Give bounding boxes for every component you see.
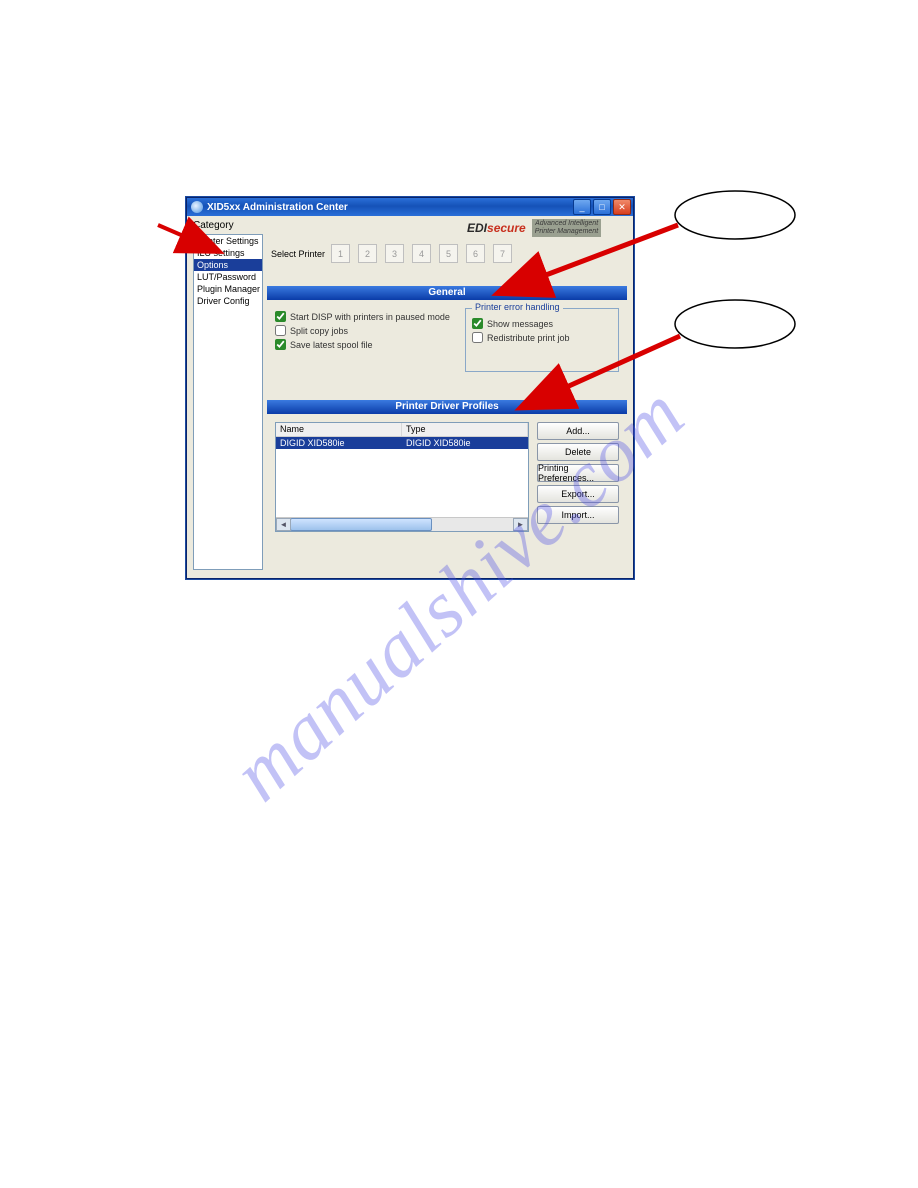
sidebar-item-lut-password[interactable]: LUT/Password (194, 271, 262, 283)
start-disp-checkbox[interactable] (275, 311, 286, 322)
profile-row-type: DIGID XID580ie (402, 437, 528, 449)
profiles-button-column: Add... Delete Printing Preferences... Ex… (537, 422, 619, 566)
brand-tag-line2: Printer Management (535, 228, 598, 236)
category-label: Category (193, 220, 234, 231)
col-type[interactable]: Type (402, 423, 528, 436)
profiles-list[interactable]: Name Type DIGID XID580ie DIGID XID580ie … (275, 422, 529, 532)
show-messages-row[interactable]: Show messages (472, 318, 612, 329)
profiles-header: Printer Driver Profiles (267, 400, 627, 414)
sidebar-item-plugin-manager[interactable]: Plugin Manager (194, 283, 262, 295)
redistribute-row[interactable]: Redistribute print job (472, 332, 612, 343)
horizontal-scrollbar[interactable]: ◄ ► (276, 517, 528, 531)
sidebar-item-driver-config[interactable]: Driver Config (194, 295, 262, 307)
callout-ellipse-profiles (675, 300, 795, 348)
split-copy-label: Split copy jobs (290, 326, 348, 336)
col-name[interactable]: Name (276, 423, 402, 436)
brand-tagline: Advanced Intelligent Printer Management (532, 219, 601, 237)
profile-row-name: DIGID XID580ie (276, 437, 402, 449)
brand-tag-line1: Advanced Intelligent (535, 220, 598, 228)
general-header: General (267, 286, 627, 300)
save-spool-row[interactable]: Save latest spool file (275, 339, 455, 350)
import-button[interactable]: Import... (537, 506, 619, 524)
scroll-thumb[interactable] (290, 518, 432, 531)
minimize-button[interactable]: _ (573, 199, 591, 215)
category-list[interactable]: Printer Settings ILU settings Options LU… (193, 234, 263, 570)
start-disp-label: Start DISP with printers in paused mode (290, 312, 450, 322)
redistribute-label: Redistribute print job (487, 333, 570, 343)
printer-button-4[interactable]: 4 (412, 244, 431, 263)
printer-error-handling-group: Printer error handling Show messages Red… (465, 308, 619, 372)
right-panel: EDIsecure Advanced Intelligent Printer M… (267, 220, 627, 570)
printer-button-3[interactable]: 3 (385, 244, 404, 263)
split-copy-checkbox[interactable] (275, 325, 286, 336)
brand-secure: secure (487, 221, 526, 235)
start-disp-row[interactable]: Start DISP with printers in paused mode (275, 311, 455, 322)
redistribute-checkbox[interactable] (472, 332, 483, 343)
split-copy-row[interactable]: Split copy jobs (275, 325, 455, 336)
show-messages-label: Show messages (487, 319, 553, 329)
printer-button-7[interactable]: 7 (493, 244, 512, 263)
add-button[interactable]: Add... (537, 422, 619, 440)
scroll-right-icon[interactable]: ► (513, 518, 528, 531)
export-button[interactable]: Export... (537, 485, 619, 503)
general-left-column: Start DISP with printers in paused mode … (275, 308, 455, 380)
show-messages-checkbox[interactable] (472, 318, 483, 329)
general-body: Start DISP with printers in paused mode … (267, 304, 627, 384)
error-group-legend: Printer error handling (472, 302, 563, 312)
save-spool-label: Save latest spool file (290, 340, 373, 350)
sidebar-item-options[interactable]: Options (194, 259, 262, 271)
sidebar-item-ilu-settings[interactable]: ILU settings (194, 247, 262, 259)
close-button[interactable]: ✕ (613, 199, 631, 215)
profile-row[interactable]: DIGID XID580ie DIGID XID580ie (276, 437, 528, 449)
brand-bar: EDIsecure Advanced Intelligent Printer M… (467, 220, 627, 236)
maximize-button[interactable]: □ (593, 199, 611, 215)
printer-button-6[interactable]: 6 (466, 244, 485, 263)
arrow-to-sidebar (158, 225, 188, 238)
printing-preferences-button[interactable]: Printing Preferences... (537, 464, 619, 482)
client-area: Category Printer Settings ILU settings O… (187, 216, 633, 576)
admin-center-window: XID5xx Administration Center _ □ ✕ Categ… (186, 197, 634, 579)
delete-button[interactable]: Delete (537, 443, 619, 461)
app-icon (191, 201, 203, 213)
select-printer-row: Select Printer 1 2 3 4 5 6 7 (271, 244, 514, 263)
save-spool-checkbox[interactable] (275, 339, 286, 350)
select-printer-label: Select Printer (271, 249, 325, 259)
window-title: XID5xx Administration Center (207, 202, 571, 213)
brand-edi: EDI (467, 221, 487, 235)
printer-button-1[interactable]: 1 (331, 244, 350, 263)
titlebar: XID5xx Administration Center _ □ ✕ (187, 198, 633, 216)
printer-button-2[interactable]: 2 (358, 244, 377, 263)
sidebar-item-printer-settings[interactable]: Printer Settings (194, 235, 262, 247)
callout-ellipse-general (675, 191, 795, 239)
profiles-body: Name Type DIGID XID580ie DIGID XID580ie … (267, 418, 627, 570)
scroll-left-icon[interactable]: ◄ (276, 518, 291, 531)
profiles-list-header: Name Type (276, 423, 528, 437)
printer-button-5[interactable]: 5 (439, 244, 458, 263)
